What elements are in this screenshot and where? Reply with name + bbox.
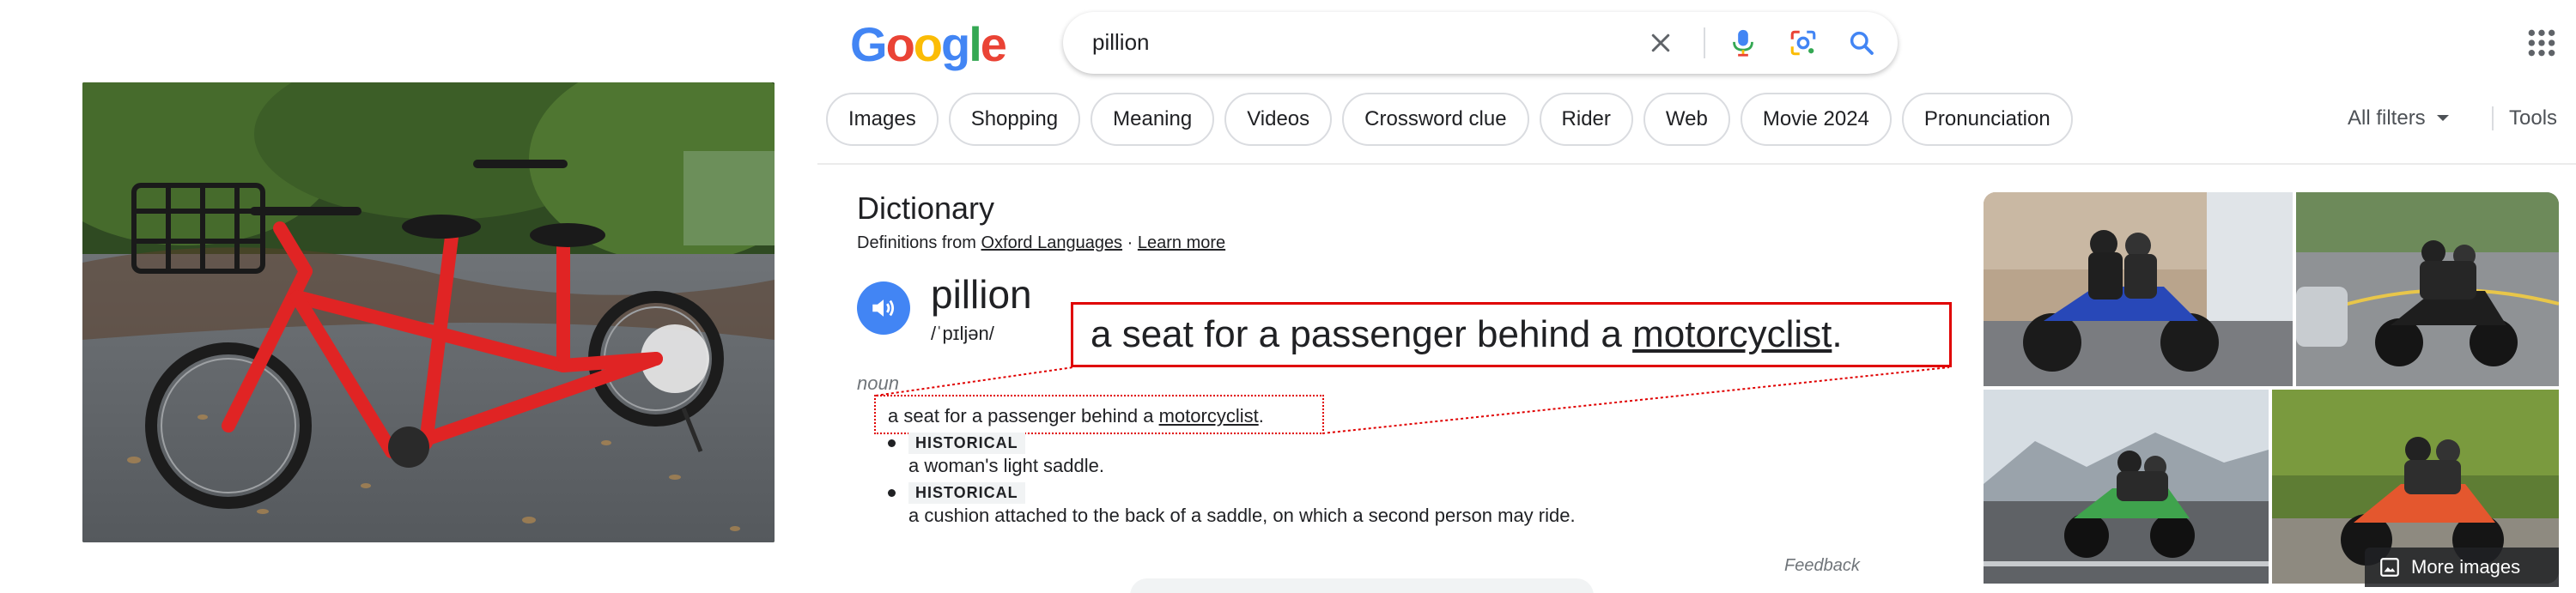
bullet [888, 489, 896, 497]
sense-definition: a woman's light saddle. [908, 455, 1104, 476]
header-divider [817, 163, 2576, 165]
chip-pronunciation[interactable]: Pronunciation [1901, 93, 2073, 146]
part-of-speech: noun [857, 372, 899, 394]
camera-lens-icon[interactable] [1786, 26, 1820, 60]
motorcycle-image-2[interactable] [2296, 192, 2559, 386]
chip-meaning[interactable]: Meaning [1091, 93, 1215, 146]
zoom-definition-text: a seat for a passenger behind a [1091, 313, 1622, 355]
close-icon[interactable] [1643, 26, 1678, 60]
source-prefix: Definitions from [857, 233, 976, 252]
historical-tag: HISTORICAL [908, 433, 1025, 454]
chip-videos[interactable]: Videos [1224, 93, 1333, 146]
learn-more-link[interactable]: Learn more [1138, 233, 1225, 252]
dictionary-source: Definitions from Oxford Languages · Lear… [857, 233, 1225, 253]
bullet [888, 439, 896, 447]
oxford-languages-link[interactable]: Oxford Languages [981, 233, 1123, 252]
image-icon [2380, 558, 2399, 577]
motorcyclist-link[interactable]: motorcyclist [1159, 405, 1259, 427]
tools-divider [2492, 106, 2494, 130]
more-images-label: More images [2411, 556, 2521, 578]
phonetic: /ˈpɪljən/ [931, 323, 994, 344]
google-logo[interactable]: Google [850, 21, 1007, 69]
mic-icon[interactable] [1726, 26, 1760, 60]
headword: pillion [931, 272, 1032, 317]
main-definition: a seat for a passenger behind a motorcyc… [888, 405, 1264, 427]
bottom-pill [1130, 578, 1594, 593]
tools-button[interactable]: Tools [2509, 106, 2557, 130]
chip-shopping[interactable]: Shopping [948, 93, 1081, 146]
all-filters-button[interactable]: All filters [2348, 106, 2450, 130]
definition-text: a seat for a passenger behind a [888, 405, 1154, 427]
chip-crossword-clue[interactable]: Crossword clue [1342, 93, 1529, 146]
search-icon[interactable] [1844, 26, 1879, 60]
chip-images[interactable]: Images [826, 93, 939, 146]
more-images-button[interactable]: More images [2365, 548, 2559, 587]
definition-period: . [1258, 405, 1264, 427]
apps-grid-icon[interactable] [2524, 26, 2559, 60]
search-divider [1704, 27, 1705, 58]
speaker-icon[interactable] [857, 281, 910, 335]
zoom-motorcyclist-link[interactable]: motorcyclist [1632, 313, 1832, 356]
search-input[interactable]: pillion [1092, 29, 1150, 56]
dictionary-title: Dictionary [857, 191, 995, 226]
caret-down-icon [2436, 115, 2449, 121]
search-box[interactable]: pillion [1063, 12, 1898, 74]
source-separator: · [1127, 233, 1133, 252]
chip-web[interactable]: Web [1643, 93, 1730, 146]
sense-definition: a cushion attached to the back of a sadd… [908, 505, 1576, 526]
feedback-link[interactable]: Feedback [1784, 556, 1860, 576]
all-filters-label: All filters [2348, 106, 2426, 130]
chip-rider[interactable]: Rider [1539, 93, 1633, 146]
chip-movie-2024[interactable]: Movie 2024 [1740, 93, 1892, 146]
filter-chips: Images Shopping Meaning Videos Crossword… [826, 93, 2073, 146]
definition-zoom-callout: a seat for a passenger behind a motorcyc… [1071, 302, 1952, 367]
motorcycle-image-1[interactable] [1984, 192, 2293, 386]
motorcycle-image-3[interactable] [1984, 390, 2269, 584]
tandem-bicycle-photo [82, 82, 775, 542]
historical-tag: HISTORICAL [908, 482, 1025, 504]
zoom-period: . [1832, 313, 1843, 355]
